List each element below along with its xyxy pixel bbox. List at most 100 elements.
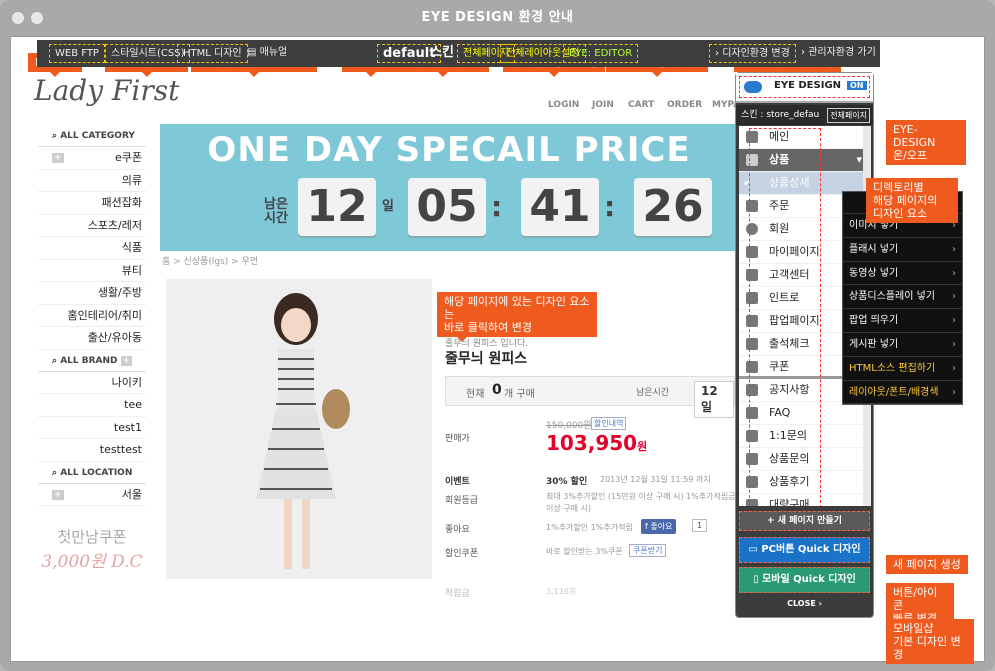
nav-order[interactable]: ORDER <box>667 100 702 110</box>
pc-quick-design-button[interactable]: ▭ PC버튼 Quick 디자인 <box>739 537 870 563</box>
manual-icon: ▤ <box>247 47 260 58</box>
category-item[interactable]: 패션잡화 <box>38 192 146 215</box>
sale-price: 103,950원 <box>546 431 647 455</box>
buy-status-box: 현재 0 개 구매 남은시간 12일 <box>445 376 735 418</box>
buy-now-label: 현재 <box>466 389 485 400</box>
pc-quick-label: PC버튼 Quick 디자인 <box>761 544 861 555</box>
panel-header: EYE DESIGN ON <box>736 73 873 103</box>
toggle-switch[interactable] <box>744 81 762 93</box>
chevron-down-icon: ▾ <box>856 153 862 166</box>
monitor-icon: ▭ <box>748 544 762 555</box>
close-label: CLOSE <box>787 599 816 608</box>
category-item[interactable]: 출산/유아동 <box>38 327 146 350</box>
location-header: ⌕ ALL LOCATION + <box>38 462 146 500</box>
skin-row: 스킨 : store_defau 전체페이지 <box>736 105 873 125</box>
price-label: 판매가 <box>445 434 470 444</box>
product-name: 줄무늬 원피스 <box>445 351 528 367</box>
member-label: 회원등급 <box>445 496 479 506</box>
design-toolbar: WEB FTP 스타일시트(CSS) HTML 디자인 ▤ 매뉴얼 defaul… <box>37 40 880 67</box>
promo-amount: 3,000원 D.C <box>41 552 143 572</box>
brand-item[interactable]: test1 <box>38 417 146 439</box>
category-header: ⌕ ALL CATEGORY + <box>38 125 146 163</box>
callout-mobile-design: 모바일샵 기본 디자인 변경 <box>886 619 974 664</box>
callout-click-change: 해당 페이지에 있는 디자인 요소는 바로 클릭하여 변경 <box>437 292 597 342</box>
shop-logo[interactable]: Lady First <box>34 74 179 107</box>
category-item[interactable]: 식품 <box>38 237 146 260</box>
callout-new-page: 새 페이지 생성 <box>886 555 968 574</box>
event-label: 이벤트 <box>445 477 470 487</box>
search-icon: ⌕ <box>52 467 61 478</box>
html-design-button[interactable]: HTML 디자인 <box>177 44 248 63</box>
like-label: 좋아요 <box>445 525 470 535</box>
toggle-on-badge[interactable]: ON <box>847 81 867 90</box>
category-item[interactable]: 의류 <box>38 170 146 192</box>
new-page-button[interactable]: + 새 페이지 만들기 <box>739 511 870 531</box>
sale-price-value: 103,950 <box>546 431 638 455</box>
discount-detail-button[interactable]: 할인내역 <box>591 417 627 430</box>
manual-label: 매뉴얼 <box>259 47 288 58</box>
coupon-value: 바로 할인받는 3%쿠폰 <box>546 547 623 556</box>
sale-price-unit: 원 <box>637 440 648 453</box>
nav-login[interactable]: LOGIN <box>548 100 579 110</box>
event-value: 30% 할인 <box>546 477 588 487</box>
brand-item[interactable]: tee <box>38 394 146 417</box>
member-value-2: 이상 구매 시) <box>546 504 592 513</box>
coupon-button[interactable]: 쿠폰받기 <box>629 544 667 557</box>
context-item[interactable]: 동영상 넣기 <box>843 262 962 286</box>
mobile-quick-label: 모바일 Quick 디자인 <box>762 574 856 585</box>
nav-join[interactable]: JOIN <box>592 100 614 110</box>
plus-icon[interactable]: + <box>52 489 64 500</box>
plus-icon[interactable]: + <box>120 355 133 366</box>
facebook-like-button[interactable]: f 좋아요 <box>641 519 677 534</box>
countdown-days: 12 <box>298 178 376 236</box>
remain-label: 남은시간 <box>636 388 670 398</box>
design-env-button[interactable]: › 디자인환경 변경 <box>709 44 796 63</box>
web-ftp-button[interactable]: WEB FTP <box>49 44 105 63</box>
countdown-seconds: 26 <box>634 178 712 236</box>
window-title: EYE DESIGN 환경 안내 <box>421 10 574 25</box>
search-icon: ⌕ <box>52 355 61 366</box>
breadcrumb: 홈 > 신상품(lgs) > 우먼 <box>162 257 259 267</box>
promo-text: 첫만남쿠폰 <box>57 528 127 546</box>
like-count: 1 <box>692 519 708 532</box>
category-item[interactable]: 뷰티 <box>38 260 146 282</box>
all-pages-panel-button[interactable]: 전체페이지 <box>827 108 870 123</box>
nav-cart[interactable]: CART <box>628 100 654 110</box>
mobile-quick-design-button[interactable]: ▯ 모바일 Quick 디자인 <box>739 567 870 593</box>
context-item[interactable]: 팝업 띄우기 <box>843 309 962 333</box>
context-item[interactable]: 플래시 넣기 <box>843 238 962 262</box>
member-value: 최대 3%추가할인 (15만원 이상 구매 시) 1%추가적립금 <box>546 492 736 501</box>
category-item[interactable]: 생활/주방 <box>38 282 146 305</box>
context-item[interactable]: HTML소스 편집하기 <box>843 357 962 381</box>
close-button[interactable]: CLOSE › <box>736 599 873 608</box>
like-value: 1%추가할인 1%추가적립 <box>546 523 633 532</box>
highlight-directory <box>749 128 821 506</box>
countdown-hours: 05 <box>408 178 486 236</box>
context-item[interactable]: 게시판 넣기 <box>843 333 962 357</box>
context-item[interactable]: 상품디스플레이 넣기 <box>843 285 962 310</box>
brand-item[interactable]: 나이키 <box>38 372 146 394</box>
buy-unit: 개 구매 <box>504 389 535 400</box>
side-navigation: ⌕ ALL CATEGORY + e쿠폰 의류 패션잡화 스포츠/레저 식품 뷰… <box>38 125 146 572</box>
skin-name: 스킨 : store_defau <box>741 110 820 120</box>
buy-count: 0 <box>492 382 502 398</box>
product-model-image <box>256 293 350 569</box>
brand-item[interactable]: testtest <box>38 439 146 462</box>
product-image[interactable] <box>166 279 432 579</box>
point-label: 적립금 <box>445 589 470 599</box>
page-context-menu: 이 페이지에 이미지 넣기 플래시 넣기 동영상 넣기 상품디스플레이 넣기 팝… <box>842 191 963 406</box>
skin-label: 스킨 <box>430 45 454 60</box>
promo-coupon[interactable]: 첫만남쿠폰 3,000원 D.C <box>38 526 146 572</box>
mobile-icon: ▯ <box>753 574 763 585</box>
promo-banner[interactable]: ONE DAY SPECAIL PRICE 남은 시간 12 일 05 : 41… <box>160 124 738 251</box>
coupon-label: 할인쿠폰 <box>445 549 479 559</box>
manual-link[interactable]: ▤ 매뉴얼 <box>242 44 292 63</box>
category-item[interactable]: 스포츠/레저 <box>38 215 146 237</box>
category-item[interactable]: 홈인테리어/취미 <box>38 305 146 327</box>
context-item[interactable]: 레이아웃/폰트/배경색 <box>843 381 962 405</box>
plus-icon[interactable]: + <box>52 153 64 163</box>
location-header-label: ALL LOCATION <box>60 467 133 478</box>
eye-editor-button[interactable]: EYE: EDITOR <box>563 44 639 63</box>
admin-env-link[interactable]: › 관리자환경 가기 <box>796 44 881 63</box>
design-env-label: 디자인환경 변경 <box>722 48 790 59</box>
